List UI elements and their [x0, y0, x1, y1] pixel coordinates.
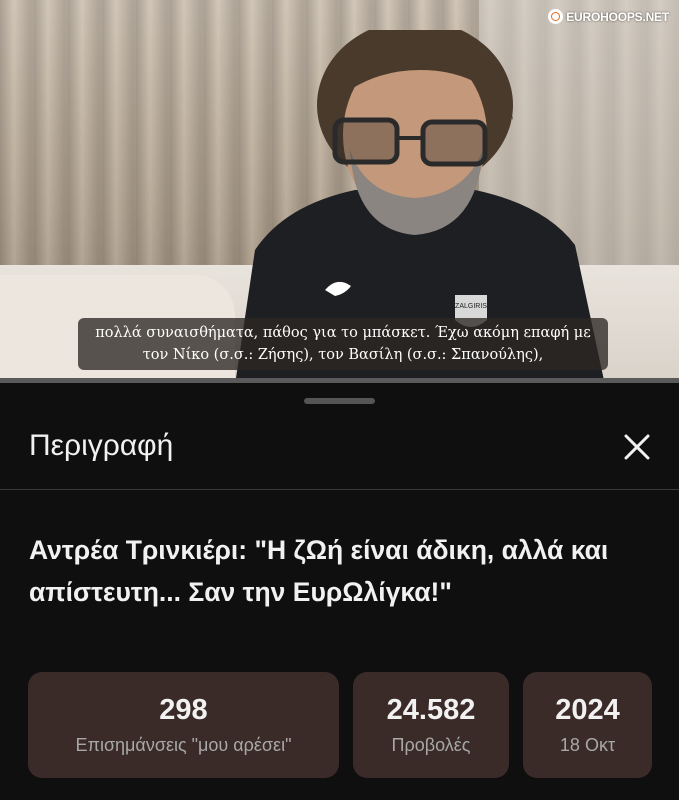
video-subtitle: πολλά συναισθήματα, πάθος για το μπάσκετ…: [78, 318, 608, 370]
upload-date: 18 Οκτ: [559, 735, 616, 755]
stats-row: 298 Επισημάνσεις "μου αρέσει" 24.582 Προ…: [28, 672, 653, 778]
basketball-icon: [548, 9, 564, 24]
likes-count: 298: [159, 694, 208, 726]
views-count: 24.582: [386, 694, 476, 726]
likes-label: Επισημάνσεις "μου αρέσει": [75, 735, 292, 755]
sheet-drag-handle[interactable]: [304, 398, 375, 404]
likes-stat: 298 Επισημάνσεις "μου αρέσει": [28, 672, 339, 778]
subtitle-line-2: τον Νίκο (σ.σ.: Ζήσης), τον Βασίλη (σ.σ.…: [142, 347, 544, 363]
subtitle-line-1: πολλά συναισθήματα, πάθος για το μπάσκετ…: [95, 325, 591, 341]
watermark-logo: EUROHOOPS.NET: [548, 9, 669, 24]
divider: [0, 489, 679, 490]
sheet-title: Περιγραφή: [29, 429, 174, 462]
video-player[interactable]: ZALGIRIS EUROHOOPS.NET πολλά συναισθήματ…: [0, 0, 679, 385]
views-label: Προβολές: [391, 735, 471, 755]
close-icon: [624, 434, 650, 460]
description-sheet: Περιγραφή Αντρέα Τρινκιέρι: "Η ζΩή είναι…: [0, 383, 679, 800]
views-stat: 24.582 Προβολές: [353, 672, 509, 778]
watermark-text: EUROHOOPS.NET: [566, 9, 669, 24]
date-stat: 2024 18 Οκτ: [523, 672, 652, 778]
upload-year: 2024: [555, 694, 620, 726]
jersey-logo-text: ZALGIRIS: [455, 303, 487, 310]
close-button[interactable]: [617, 427, 657, 467]
video-title: Αντρέα Τρινκιέρι: "Η ζΩή είναι άδικη, αλ…: [29, 535, 609, 607]
